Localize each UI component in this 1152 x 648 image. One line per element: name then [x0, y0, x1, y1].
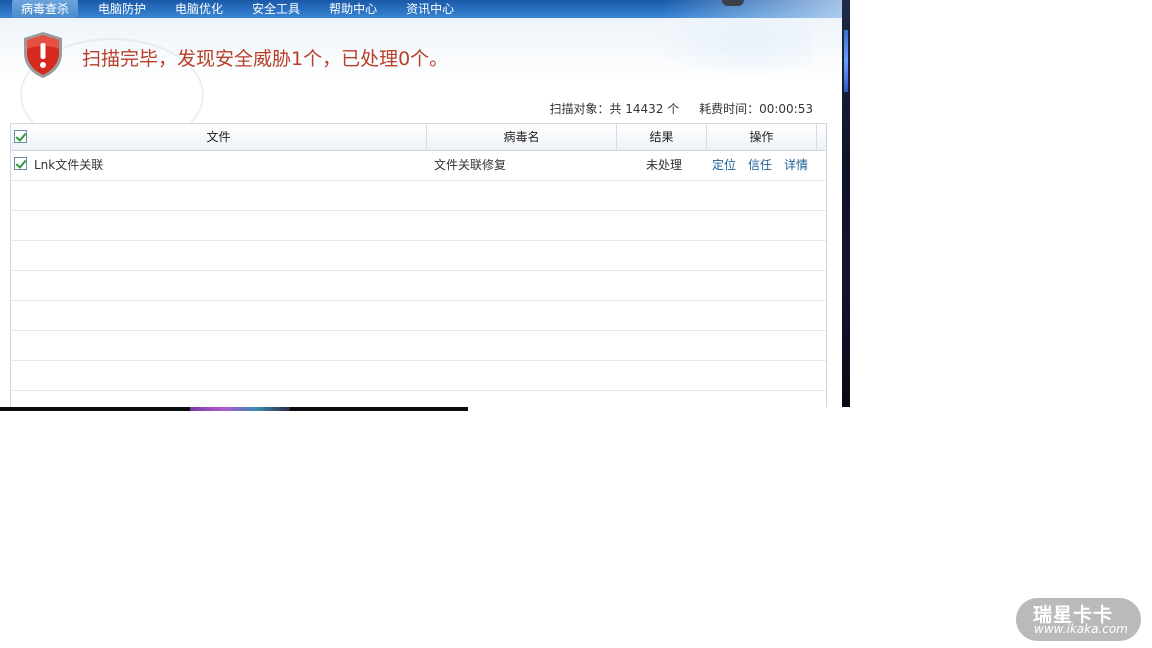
table-row-empty: [11, 241, 826, 271]
column-virus-name: 病毒名: [427, 124, 617, 150]
table-row-empty: [11, 181, 826, 211]
details-link[interactable]: 详情: [784, 158, 808, 172]
row-actions: 定位 信任 详情: [707, 151, 817, 180]
column-result: 结果: [617, 124, 707, 150]
table-row-empty: [11, 331, 826, 361]
header-cloud-graphic: [652, 18, 812, 78]
table-row-empty: [11, 361, 826, 391]
table-row-empty: [11, 211, 826, 241]
scan-objects-count: 扫描对象：共 14432 个: [549, 102, 680, 116]
scan-elapsed-time: 耗费时间：00:00:53: [699, 102, 813, 116]
watermark-logo-url: www.ikaka.com: [1034, 622, 1128, 636]
row-virus-name: 文件关联修复: [434, 158, 507, 172]
row-file-cell: Lnk文件关联: [11, 151, 427, 180]
nav-tab-pc-optimize[interactable]: 电脑优化: [166, 0, 232, 18]
select-all-checkbox[interactable]: [14, 130, 27, 143]
column-file-label: 文件: [206, 130, 231, 144]
nav-tab-pc-protection[interactable]: 电脑防护: [89, 0, 155, 18]
scan-stats: 扫描对象：共 14432 个 耗费时间：00:00:53: [533, 100, 813, 117]
row-file-name: Lnk文件关联: [34, 158, 104, 172]
table-header: 文件 病毒名 结果 操作: [11, 124, 826, 151]
column-spacer: [817, 124, 826, 150]
threat-table: 文件 病毒名 结果 操作 Lnk文件关联 文件关联修复 未处理 定位 信任 详情: [10, 123, 827, 407]
nav-tab-help-center[interactable]: 帮助中心: [320, 0, 386, 18]
scan-result-title: 扫描完毕，发现安全威胁1个，已处理0个。: [82, 48, 449, 70]
row-result: 未处理: [645, 158, 682, 172]
app-window: 病毒查杀 电脑防护 电脑优化 安全工具 帮助中心 资讯中心 扫描完毕，发现安全威…: [0, 0, 842, 407]
nav-tab-security-tools[interactable]: 安全工具: [243, 0, 309, 18]
shield-alert-icon: [24, 32, 62, 78]
nav-decoration: [662, 0, 842, 18]
window-right-edge: [842, 0, 850, 407]
locate-link[interactable]: 定位: [712, 158, 736, 172]
row-checkbox[interactable]: [14, 157, 27, 170]
trust-link[interactable]: 信任: [748, 158, 772, 172]
window-bottom-edge: [0, 407, 468, 411]
nav-tab-virus-scan[interactable]: 病毒查杀: [12, 0, 79, 18]
table-row[interactable]: Lnk文件关联 文件关联修复 未处理 定位 信任 详情: [11, 151, 826, 181]
table-row-empty: [11, 301, 826, 331]
column-action: 操作: [707, 124, 817, 150]
column-file: 文件: [11, 124, 427, 150]
scan-result-header: 扫描完毕，发现安全威胁1个，已处理0个。 扫描对象：共 14432 个 耗费时间…: [0, 18, 842, 152]
top-nav-bar: 病毒查杀 电脑防护 电脑优化 安全工具 帮助中心 资讯中心: [0, 0, 842, 18]
nav-tab-news-center[interactable]: 资讯中心: [397, 0, 463, 18]
table-row-empty: [11, 271, 826, 301]
